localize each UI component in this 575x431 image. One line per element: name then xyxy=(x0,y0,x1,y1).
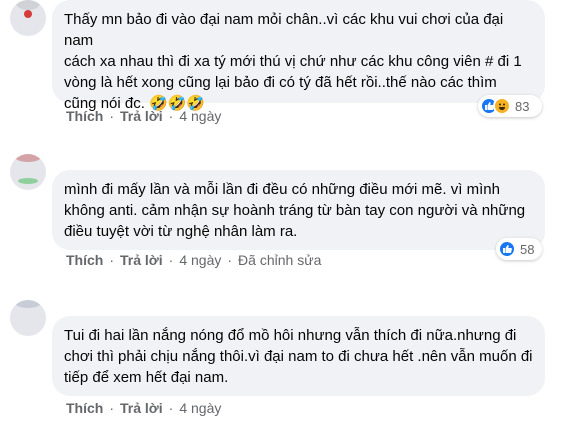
like-icon xyxy=(498,240,516,258)
comment-timestamp[interactable]: 4 ngày xyxy=(179,252,221,268)
comment-text-line: Thấy mn bảo đi vào đại nam mỏi chân..vì … xyxy=(64,11,504,49)
like-link[interactable]: Thích xyxy=(66,108,103,124)
separator-dot: · xyxy=(168,252,174,268)
reply-link[interactable]: Trả lời xyxy=(120,400,163,416)
separator-dot: · xyxy=(168,108,174,124)
haha-icon xyxy=(493,97,511,115)
comment-timestamp[interactable]: 4 ngày xyxy=(179,108,221,124)
comment-text-line: vòng là hết xong cũng lại bảo đi có tý đ… xyxy=(64,74,497,91)
avatar[interactable] xyxy=(10,154,46,190)
edited-label: Đã chỉnh sửa xyxy=(238,252,322,268)
like-link[interactable]: Thích xyxy=(66,400,103,416)
comment-text-line: mình đi mấy lần và mỗi lần đi đều có nhữ… xyxy=(64,181,500,198)
comment-bubble: Thấy mn bảo đi vào đại nam mỏi chân..vì … xyxy=(52,0,545,112)
avatar[interactable] xyxy=(10,0,46,36)
reply-link[interactable]: Trả lời xyxy=(120,108,163,124)
like-link[interactable]: Thích xyxy=(66,252,103,268)
separator-dot: · xyxy=(168,400,174,416)
comment-text-line: Tui đi hai lần nắng nóng đổ mồ hôi nhưng… xyxy=(64,327,517,344)
comment-text-line: không anti. cảm nhận sự hoành tráng từ b… xyxy=(64,202,526,219)
separator-dot: · xyxy=(109,108,115,124)
comment-actions: Thích · Trả lời · 4 ngày xyxy=(66,108,221,124)
reply-link[interactable]: Trả lời xyxy=(120,252,163,268)
separator-dot: · xyxy=(227,252,233,268)
avatar[interactable] xyxy=(10,300,46,336)
comment-timestamp[interactable]: 4 ngày xyxy=(179,400,221,416)
comment-text-line: cách xa nhau thì đi xa tý mới thú vị chứ… xyxy=(64,53,522,70)
separator-dot: · xyxy=(109,400,115,416)
reaction-count: 58 xyxy=(520,241,535,257)
comment-text-line: điều tuyệt vời từ nghệ nhân làm ra. xyxy=(64,223,298,240)
comment-text-line: chơi thì phải chịu nắng thôi.vì đại nam … xyxy=(64,348,533,365)
comment-text-line: tiếp để xem hết đại nam. xyxy=(64,369,229,386)
reaction-summary[interactable]: 58 xyxy=(496,238,542,260)
reaction-summary[interactable]: 83 xyxy=(478,95,542,117)
comment-actions: Thích · Trả lời · 4 ngày · Đã chỉnh sửa xyxy=(66,252,321,268)
comment-bubble: Tui đi hai lần nắng nóng đổ mồ hôi nhưng… xyxy=(52,316,545,396)
reaction-count: 83 xyxy=(515,98,530,114)
comment-actions: Thích · Trả lời · 4 ngày xyxy=(66,400,221,416)
comment-bubble: mình đi mấy lần và mỗi lần đi đều có nhữ… xyxy=(52,170,545,250)
separator-dot: · xyxy=(109,252,115,268)
